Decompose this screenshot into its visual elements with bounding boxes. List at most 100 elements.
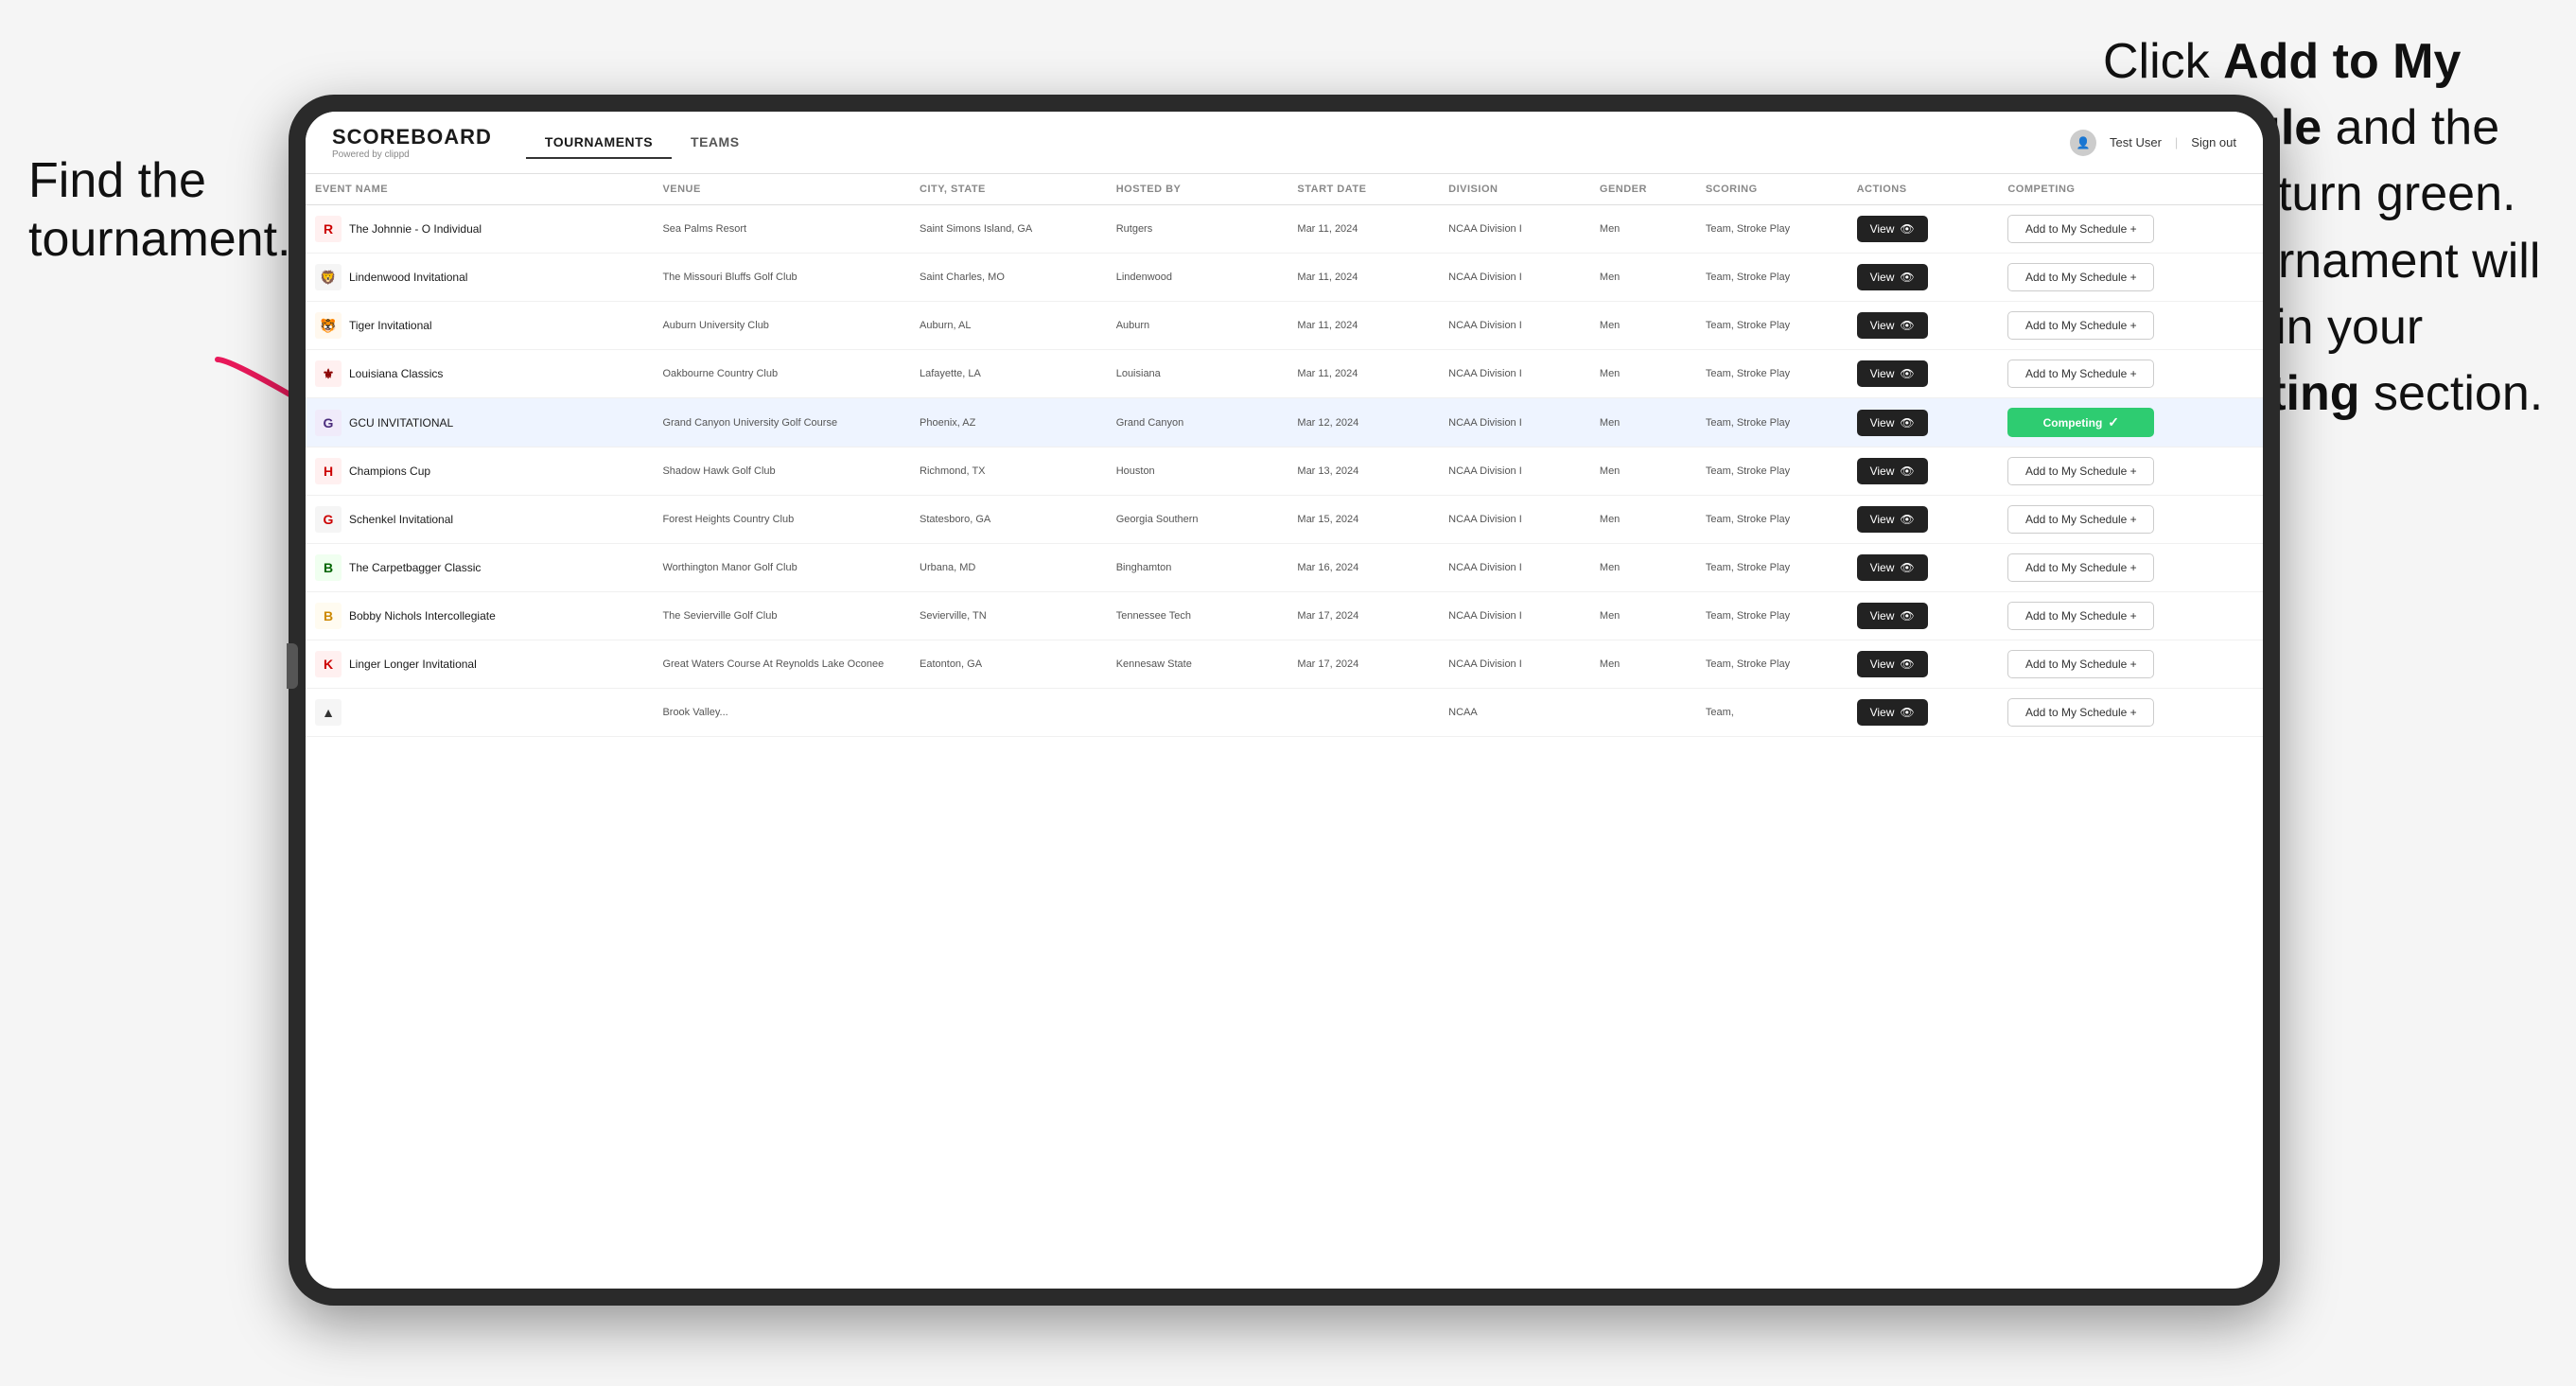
actions-cell: View 👁	[1848, 592, 1999, 640]
eye-icon: 👁	[1900, 416, 1914, 430]
view-button[interactable]: View 👁	[1857, 506, 1928, 533]
gender-cell: Men	[1590, 302, 1696, 350]
event-name-text: The Johnnie - O Individual	[349, 222, 482, 236]
tab-tournaments[interactable]: TOURNAMENTS	[526, 127, 672, 159]
add-schedule-button[interactable]: Add to My Schedule +	[2007, 553, 2154, 582]
date-cell: Mar 16, 2024	[1288, 544, 1439, 592]
add-schedule-button[interactable]: Add to My Schedule +	[2007, 698, 2154, 727]
team-logo: K	[315, 651, 342, 677]
venue-cell: Forest Heights Country Club	[653, 496, 910, 544]
view-button[interactable]: View 👁	[1857, 699, 1928, 726]
col-header-actions: ACTIONS	[1848, 174, 1999, 205]
event-name-text: GCU INVITATIONAL	[349, 416, 453, 430]
eye-icon: 👁	[1900, 706, 1914, 719]
event-name-cell: R The Johnnie - O Individual	[315, 216, 643, 242]
tab-teams[interactable]: TEAMS	[672, 127, 759, 159]
table-row: ⚜ Louisiana Classics Oakbourne Country C…	[306, 350, 2263, 398]
add-schedule-button[interactable]: Add to My Schedule +	[2007, 360, 2154, 388]
date-cell: Mar 11, 2024	[1288, 205, 1439, 254]
competing-button[interactable]: Competing ✓	[2007, 408, 2154, 437]
competing-cell: Add to My Schedule +	[1998, 205, 2263, 254]
col-header-hosted: HOSTED BY	[1107, 174, 1288, 205]
view-button[interactable]: View 👁	[1857, 360, 1928, 387]
date-cell: Mar 13, 2024	[1288, 447, 1439, 496]
competing-cell: Add to My Schedule +	[1998, 640, 2263, 689]
check-icon: ✓	[2108, 414, 2119, 430]
hosted-cell: Lindenwood	[1107, 254, 1288, 302]
city-cell: Phoenix, AZ	[910, 398, 1107, 447]
competing-cell: Add to My Schedule +	[1998, 544, 2263, 592]
team-logo: B	[315, 554, 342, 581]
eye-icon: 👁	[1900, 367, 1914, 380]
add-schedule-button[interactable]: Add to My Schedule +	[2007, 215, 2154, 243]
add-schedule-button[interactable]: Add to My Schedule +	[2007, 457, 2154, 485]
date-cell: Mar 12, 2024	[1288, 398, 1439, 447]
actions-cell: View 👁	[1848, 302, 1999, 350]
col-header-gender: GENDER	[1590, 174, 1696, 205]
actions-cell: View 👁	[1848, 544, 1999, 592]
view-button[interactable]: View 👁	[1857, 312, 1928, 339]
view-button[interactable]: View 👁	[1857, 410, 1928, 436]
team-logo: G	[315, 506, 342, 533]
venue-cell: Shadow Hawk Golf Club	[653, 447, 910, 496]
view-button[interactable]: View 👁	[1857, 458, 1928, 484]
event-name-cell: G Schenkel Invitational	[315, 506, 643, 533]
nav-tabs: TOURNAMENTS TEAMS	[526, 127, 2070, 159]
actions-cell: View 👁	[1848, 447, 1999, 496]
team-logo: H	[315, 458, 342, 484]
hosted-cell	[1107, 689, 1288, 737]
city-cell: Urbana, MD	[910, 544, 1107, 592]
team-logo: R	[315, 216, 342, 242]
table-row: B Bobby Nichols Intercollegiate The Sevi…	[306, 592, 2263, 640]
view-button[interactable]: View 👁	[1857, 216, 1928, 242]
scoring-cell: Team, Stroke Play	[1696, 592, 1848, 640]
table-row: 🦁 Lindenwood Invitational The Missouri B…	[306, 254, 2263, 302]
team-logo: ▲	[315, 699, 342, 726]
col-header-venue: VENUE	[653, 174, 910, 205]
header-divider: |	[2175, 135, 2178, 149]
gender-cell: Men	[1590, 447, 1696, 496]
event-name-text: Bobby Nichols Intercollegiate	[349, 609, 496, 623]
event-name-cell: 🐯 Tiger Invitational	[315, 312, 643, 339]
add-schedule-button[interactable]: Add to My Schedule +	[2007, 650, 2154, 678]
venue-cell: The Missouri Bluffs Golf Club	[653, 254, 910, 302]
view-button[interactable]: View 👁	[1857, 554, 1928, 581]
add-schedule-label: Add to My Schedule +	[2025, 513, 2137, 526]
col-header-date: START DATE	[1288, 174, 1439, 205]
add-schedule-button[interactable]: Add to My Schedule +	[2007, 263, 2154, 291]
table-row: B The Carpetbagger Classic Worthington M…	[306, 544, 2263, 592]
tablet-frame: SCOREBOARD Powered by clippd TOURNAMENTS…	[289, 95, 2280, 1306]
add-schedule-button[interactable]: Add to My Schedule +	[2007, 505, 2154, 534]
table-row: 🐯 Tiger Invitational Auburn University C…	[306, 302, 2263, 350]
city-cell: Eatonton, GA	[910, 640, 1107, 689]
competing-cell: Add to My Schedule +	[1998, 447, 2263, 496]
venue-cell: Oakbourne Country Club	[653, 350, 910, 398]
col-header-scoring: SCORING	[1696, 174, 1848, 205]
team-logo: 🦁	[315, 264, 342, 290]
view-button[interactable]: View 👁	[1857, 264, 1928, 290]
sign-out-link[interactable]: Sign out	[2191, 135, 2236, 149]
add-schedule-button[interactable]: Add to My Schedule +	[2007, 311, 2154, 340]
eye-icon: 👁	[1900, 319, 1914, 332]
view-button[interactable]: View 👁	[1857, 603, 1928, 629]
division-cell: NCAA Division I	[1439, 447, 1590, 496]
view-button[interactable]: View 👁	[1857, 651, 1928, 677]
hosted-cell: Kennesaw State	[1107, 640, 1288, 689]
col-header-event: EVENT NAME	[306, 174, 653, 205]
city-cell: Saint Simons Island, GA	[910, 205, 1107, 254]
scoring-cell: Team, Stroke Play	[1696, 640, 1848, 689]
event-name-text: The Carpetbagger Classic	[349, 561, 481, 574]
sidebar-toggle[interactable]	[287, 643, 298, 689]
add-schedule-button[interactable]: Add to My Schedule +	[2007, 602, 2154, 630]
scoring-cell: Team, Stroke Play	[1696, 205, 1848, 254]
date-cell: Mar 11, 2024	[1288, 302, 1439, 350]
team-logo: ⚜	[315, 360, 342, 387]
tournaments-table: EVENT NAME VENUE CITY, STATE HOSTED BY S…	[306, 174, 2263, 737]
eye-icon: 👁	[1900, 513, 1914, 526]
city-cell: Richmond, TX	[910, 447, 1107, 496]
tablet-screen: SCOREBOARD Powered by clippd TOURNAMENTS…	[306, 112, 2263, 1289]
gender-cell	[1590, 689, 1696, 737]
gender-cell: Men	[1590, 350, 1696, 398]
venue-cell: Grand Canyon University Golf Course	[653, 398, 910, 447]
date-cell: Mar 11, 2024	[1288, 350, 1439, 398]
